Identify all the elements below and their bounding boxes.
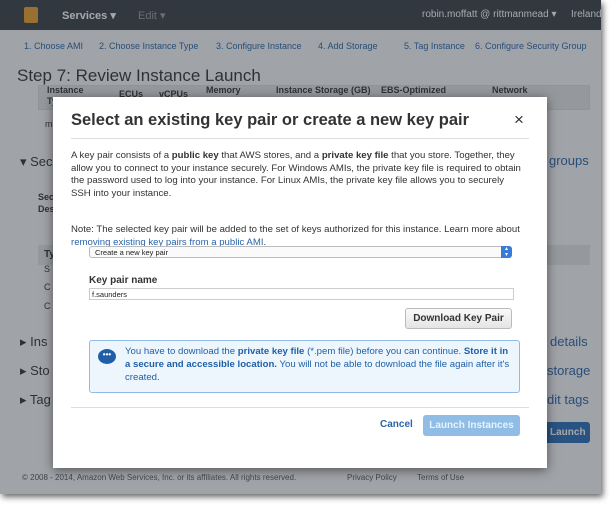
info-alert: ••• You have to download the private key… xyxy=(89,340,520,393)
key-pair-name-input[interactable]: f.saunders xyxy=(89,288,514,300)
close-icon[interactable]: × xyxy=(514,110,524,130)
speech-bubble-icon: ••• xyxy=(98,349,116,364)
description: A key pair consists of a public key that… xyxy=(71,150,521,199)
divider xyxy=(71,138,529,139)
select-arrows-icon: ▴ ▾ xyxy=(501,246,512,258)
browser-window: Services ▾ Edit ▾ robin.moffatt @ rittma… xyxy=(0,0,601,494)
key-pair-option-select[interactable]: Create a new key pair ▴ ▾ xyxy=(89,246,512,258)
launch-instances-button[interactable]: Launch Instances xyxy=(423,415,520,436)
dialog-title: Select an existing key pair or create a … xyxy=(71,111,470,129)
key-pair-name-label: Key pair name xyxy=(89,275,158,286)
cancel-button[interactable]: Cancel xyxy=(380,419,413,430)
download-key-pair-button[interactable]: Download Key Pair xyxy=(405,308,512,329)
divider xyxy=(71,407,529,408)
key-pair-dialog: Select an existing key pair or create a … xyxy=(53,97,547,468)
